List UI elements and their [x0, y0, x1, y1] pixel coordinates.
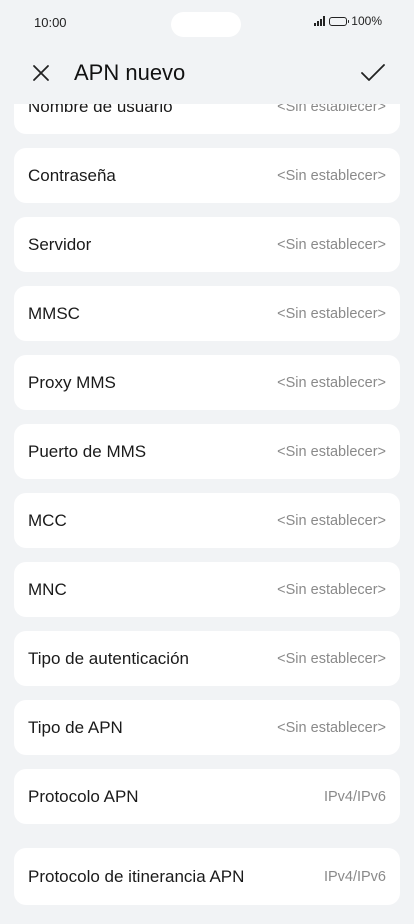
list-item-mcc[interactable]: MCC <Sin establecer> [14, 493, 400, 548]
item-label: MCC [28, 511, 67, 530]
page-title: APN nuevo [74, 60, 186, 85]
item-label: MMSC [28, 304, 80, 323]
item-value: <Sin establecer> [277, 305, 386, 322]
status-time: 10:00 [34, 15, 67, 30]
close-icon [33, 65, 49, 81]
item-label: Puerto de MMS [28, 442, 147, 461]
status-bar: 10:00 100% [0, 0, 414, 44]
item-value: <Sin establecer> [277, 512, 386, 529]
item-value: <Sin establecer> [277, 443, 386, 460]
confirm-button[interactable] [358, 58, 388, 88]
list-item-mnc[interactable]: MNC <Sin establecer> [14, 562, 400, 617]
item-value: IPv4/IPv6 [323, 868, 386, 885]
item-value: <Sin establecer> [277, 374, 386, 391]
battery-icon [329, 16, 350, 26]
list-item-mmsc[interactable]: MMSC <Sin establecer> [14, 286, 400, 341]
item-label: Servidor [28, 235, 92, 254]
item-label: Protocolo APN [28, 787, 139, 806]
item-value: <Sin establecer> [277, 236, 386, 253]
item-value: <Sin establecer> [277, 581, 386, 598]
phone-screen: 10:00 100% APN nuevo Nombre de usuario <… [0, 0, 414, 924]
item-label: Tipo de autenticación [28, 649, 189, 668]
close-button[interactable] [26, 58, 56, 88]
item-value: IPv4/IPv6 [323, 788, 386, 805]
item-label: Proxy MMS [28, 373, 116, 392]
item-value: <Sin establecer> [277, 167, 386, 184]
title-bar: APN nuevo [0, 44, 414, 104]
signal-icon [314, 16, 326, 26]
check-icon [361, 64, 385, 81]
battery-percentage: 100% [351, 14, 382, 28]
list-item-apn-roaming-protocol[interactable]: Protocolo de itinerancia APN IPv4/IPv6 [14, 848, 400, 905]
list-item-password[interactable]: Contraseña <Sin establecer> [14, 148, 400, 203]
list-item-apn-type[interactable]: Tipo de APN <Sin establecer> [14, 700, 400, 755]
item-value: <Sin establecer> [277, 650, 386, 667]
item-label: Contraseña [28, 166, 116, 185]
item-label: Protocolo de itinerancia APN [28, 867, 245, 886]
item-label: Tipo de APN [28, 718, 123, 737]
item-label: MNC [28, 580, 67, 599]
camera-cutout [171, 12, 241, 37]
item-value: <Sin establecer> [277, 719, 386, 736]
list-item-server[interactable]: Servidor <Sin establecer> [14, 217, 400, 272]
status-icons: 100% [314, 14, 382, 28]
list-item-auth-type[interactable]: Tipo de autenticación <Sin establecer> [14, 631, 400, 686]
list-item-mms-proxy[interactable]: Proxy MMS <Sin establecer> [14, 355, 400, 410]
list-item-mms-port[interactable]: Puerto de MMS <Sin establecer> [14, 424, 400, 479]
list-item-apn-protocol[interactable]: Protocolo APN IPv4/IPv6 [14, 769, 400, 824]
